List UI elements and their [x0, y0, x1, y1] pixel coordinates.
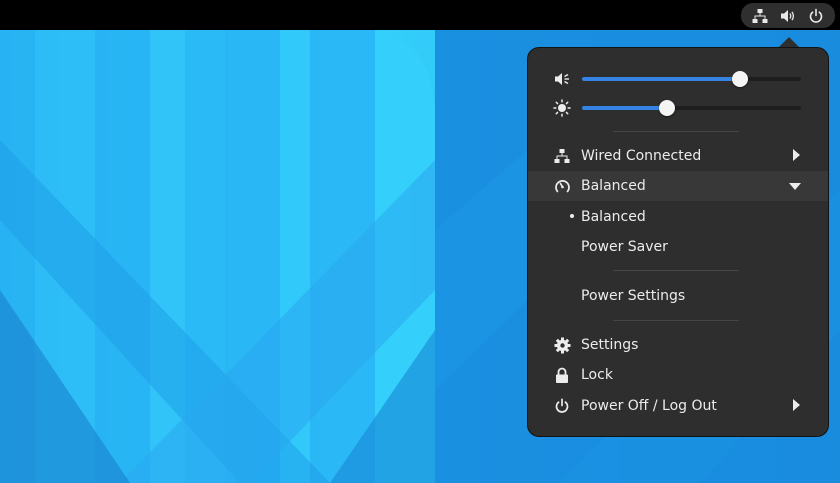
- network-wired-icon: [748, 3, 772, 28]
- top-bar: [0, 0, 840, 30]
- power-mode-option-power-saver[interactable]: Power Saver: [528, 232, 828, 262]
- desktop: Wired Connected Balanced Balanced Power …: [0, 0, 840, 483]
- system-status-button[interactable]: [741, 3, 835, 28]
- gear-icon: [553, 336, 571, 354]
- power-off-label: Power Off / Log Out: [581, 398, 717, 414]
- volume-slider-handle[interactable]: [731, 71, 748, 87]
- power-settings-item[interactable]: Power Settings: [528, 281, 828, 311]
- power-mode-option-label: Power Saver: [581, 239, 668, 255]
- lock-label: Lock: [581, 367, 613, 383]
- wired-connection-item[interactable]: Wired Connected: [528, 141, 828, 171]
- lock-item[interactable]: Lock: [528, 360, 828, 390]
- system-menu: Wired Connected Balanced Balanced Power …: [527, 47, 829, 437]
- settings-label: Settings: [581, 337, 639, 353]
- brightness-icon: [553, 99, 571, 117]
- volume-slider[interactable]: [582, 71, 801, 87]
- power-mode-option-label: Balanced: [581, 209, 646, 225]
- power-icon: [553, 397, 571, 415]
- power-mode-label: Balanced: [581, 178, 646, 194]
- menu-separator: [613, 131, 739, 132]
- brightness-slider-fill: [582, 106, 668, 110]
- power-mode-item[interactable]: Balanced: [528, 171, 828, 201]
- brightness-slider[interactable]: [582, 100, 801, 116]
- chevron-down-icon: [789, 183, 801, 190]
- selected-bullet-icon: [570, 214, 574, 218]
- submenu-separator: [613, 270, 739, 271]
- submenu-arrow-icon: [793, 399, 800, 411]
- menu-pointer: [779, 37, 799, 47]
- lock-icon: [553, 366, 571, 384]
- volume-slider-fill: [582, 77, 740, 81]
- brightness-slider-handle[interactable]: [659, 100, 676, 116]
- menu-separator: [613, 320, 739, 321]
- power-icon: [804, 3, 828, 28]
- power-profile-icon: [553, 177, 571, 195]
- power-off-item[interactable]: Power Off / Log Out: [528, 391, 828, 421]
- wired-connection-label: Wired Connected: [581, 148, 702, 164]
- power-settings-label: Power Settings: [581, 288, 686, 304]
- power-mode-option-balanced[interactable]: Balanced: [528, 202, 828, 232]
- speaker-icon[interactable]: [553, 70, 571, 88]
- volume-slider-row: [528, 67, 828, 91]
- submenu-arrow-icon: [793, 149, 800, 161]
- audio-volume-icon: [776, 3, 800, 28]
- brightness-slider-row: [528, 96, 828, 120]
- network-wired-icon: [553, 147, 571, 165]
- settings-item[interactable]: Settings: [528, 330, 828, 360]
